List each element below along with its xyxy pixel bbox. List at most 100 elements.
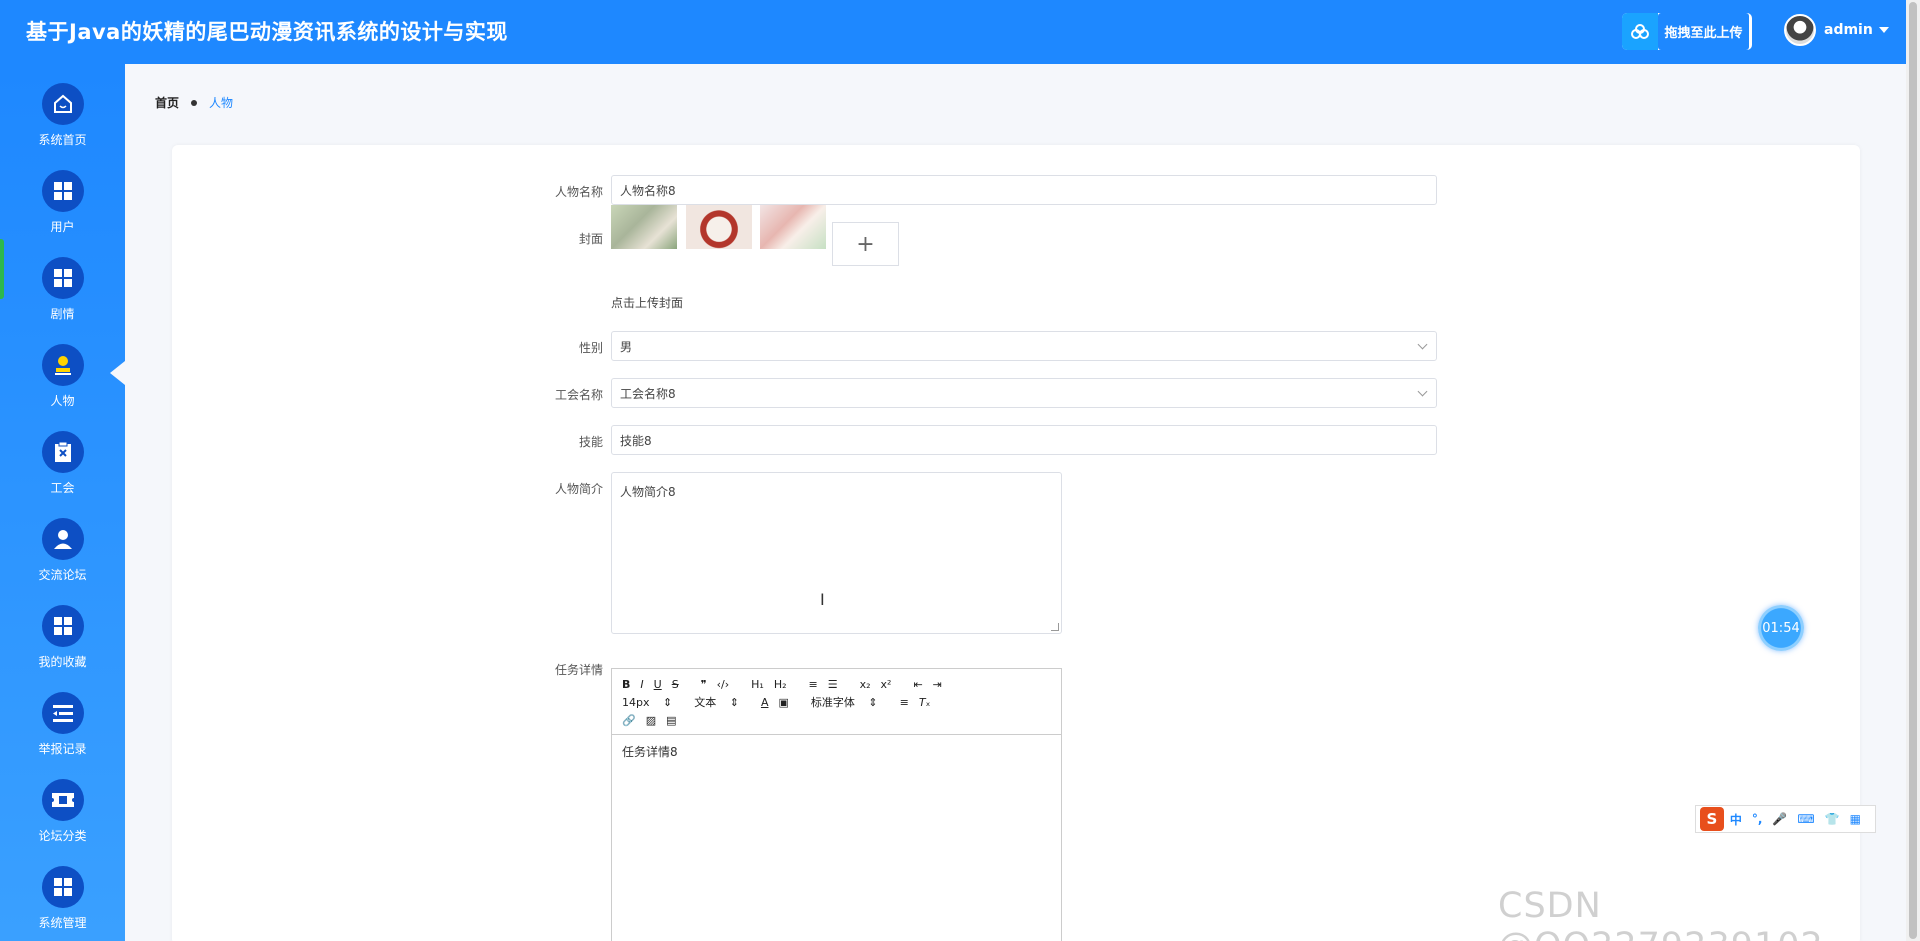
subscript-icon[interactable]: x₂ xyxy=(860,678,871,691)
sidebar-item-system[interactable]: 系统管理 xyxy=(0,866,125,941)
ime-toolbar[interactable]: S 中 °, 🎤 ⌨ 👕 ▦ xyxy=(1695,805,1876,833)
superscript-icon[interactable]: x² xyxy=(881,678,892,691)
caret-down-icon xyxy=(1878,27,1889,33)
sidebar-item-label: 系统管理 xyxy=(38,916,87,930)
add-cover-button[interactable]: + xyxy=(832,222,899,266)
sidebar-item-characters[interactable]: 人物 xyxy=(0,344,125,428)
cover-thumbnail[interactable] xyxy=(760,205,826,249)
sidebar-item-forum[interactable]: 交流论坛 xyxy=(0,518,125,602)
sidebar-item-label: 用户 xyxy=(50,220,75,234)
cover-thumbnail[interactable] xyxy=(686,205,752,249)
keyboard-icon[interactable]: ⌨ xyxy=(1797,812,1814,826)
user-icon xyxy=(41,518,84,560)
chevron-down-icon xyxy=(1417,386,1428,397)
sidebar-item-reports[interactable]: 举报记录 xyxy=(0,692,125,776)
user-menu[interactable]: admin xyxy=(1784,14,1889,46)
breadcrumb-separator xyxy=(191,99,198,106)
sidebar-item-guild[interactable]: 工会 xyxy=(0,431,125,515)
ime-language[interactable]: 中 xyxy=(1730,811,1742,828)
video-icon[interactable]: ▤ xyxy=(666,714,676,727)
sidebar-item-forum-categories[interactable]: 论坛分类 xyxy=(0,779,125,863)
skill-value: 技能8 xyxy=(620,433,652,448)
timer-badge[interactable]: 01:54 xyxy=(1758,605,1804,651)
user-name: admin xyxy=(1824,22,1873,38)
italic-icon[interactable]: I xyxy=(640,678,643,691)
grid-icon xyxy=(41,866,84,908)
cover-hint: 点击上传封面 xyxy=(611,296,684,310)
name-value: 人物名称8 xyxy=(620,183,676,198)
resize-handle[interactable] xyxy=(1051,623,1059,631)
page-scrollbar[interactable] xyxy=(1906,0,1920,941)
clipboard-x-icon xyxy=(41,431,84,473)
text-cursor-icon: I xyxy=(820,590,825,609)
sidebar-item-label: 系统首页 xyxy=(38,133,87,147)
font-size-select[interactable]: 14px ⇕ xyxy=(622,696,672,709)
cloud-icon xyxy=(1622,13,1658,50)
sidebar-item-label: 论坛分类 xyxy=(38,829,87,843)
cover-label: 封面 xyxy=(578,232,603,246)
ticket-icon xyxy=(41,779,84,821)
code-icon[interactable]: ‹/› xyxy=(717,678,730,691)
gender-select[interactable]: 男 xyxy=(611,331,1437,361)
home-icon xyxy=(41,83,84,125)
bold-icon[interactable]: B xyxy=(622,678,630,691)
strikethrough-icon[interactable]: S xyxy=(672,678,679,691)
paragraph-select[interactable]: 文本 ⇕ xyxy=(694,694,739,710)
drag-upload-button[interactable]: 拖拽至此上传 xyxy=(1622,13,1752,50)
sidebar-item-label: 剧情 xyxy=(50,307,75,321)
microphone-icon[interactable]: 🎤 xyxy=(1772,812,1787,826)
background-color-icon[interactable]: ▣ xyxy=(778,696,788,709)
skill-input[interactable]: 技能8 xyxy=(611,425,1437,455)
guild-select[interactable]: 工会名称8 xyxy=(611,378,1437,408)
sidebar-item-users[interactable]: 用户 xyxy=(0,170,125,254)
font-size-value: 14px xyxy=(622,695,650,709)
heading2-icon[interactable]: H₂ xyxy=(774,678,787,691)
grid-icon xyxy=(41,170,84,212)
guild-label: 工会名称 xyxy=(554,388,603,402)
grid-icon xyxy=(41,257,84,299)
underline-icon[interactable]: U xyxy=(654,678,662,691)
punctuation-icon[interactable]: °, xyxy=(1752,812,1763,826)
rich-text-editor[interactable]: B I U S ❞ ‹/› H₁ H₂ ≡ ☰ x₂ x² ⇤ ⇥ 14px ⇕… xyxy=(611,668,1062,941)
sidebar-item-label: 人物 xyxy=(50,394,75,408)
outdent-icon[interactable]: ⇤ xyxy=(913,678,922,691)
editor-body[interactable]: 任务详情8 xyxy=(612,735,1061,768)
sidebar-item-plot[interactable]: 剧情 xyxy=(0,257,125,341)
gender-label: 性别 xyxy=(578,341,603,355)
breadcrumb-home[interactable]: 首页 xyxy=(155,94,179,111)
sidebar-item-label: 交流论坛 xyxy=(38,568,87,582)
font-family-select[interactable]: 标准字体 ⇕ xyxy=(811,694,878,710)
breadcrumb-current: 人物 xyxy=(209,96,234,110)
quote-icon[interactable]: ❞ xyxy=(701,678,707,691)
app-title: 基于Java的妖精的尾巴动漫资讯系统的设计与实现 xyxy=(26,20,508,44)
scrollbar-thumb[interactable] xyxy=(1909,2,1917,939)
skin-icon[interactable]: 👕 xyxy=(1825,812,1840,826)
plus-icon: + xyxy=(856,231,875,257)
clear-format-icon[interactable]: Tₓ xyxy=(919,696,931,709)
font-family-value: 标准字体 xyxy=(810,696,855,709)
sidebar-item-favorites[interactable]: 我的收藏 xyxy=(0,605,125,689)
intro-label: 人物简介 xyxy=(554,482,603,496)
apps-grid-icon[interactable]: ▦ xyxy=(1850,812,1861,826)
sidebar-item-home[interactable]: 系统首页 xyxy=(0,83,125,167)
drag-upload-label: 拖拽至此上传 xyxy=(1658,13,1749,50)
top-bar: 基于Java的妖精的尾巴动漫资讯系统的设计与实现 拖拽至此上传 admin xyxy=(0,0,1906,64)
grid-icon xyxy=(41,605,84,647)
link-icon[interactable]: 🔗 xyxy=(622,714,636,727)
task-value: 任务详情8 xyxy=(622,745,678,759)
intro-textarea[interactable]: 人物简介8 xyxy=(611,472,1062,634)
bullet-list-icon[interactable]: ☰ xyxy=(828,678,838,691)
name-input[interactable]: 人物名称8 xyxy=(611,175,1437,205)
paragraph-value: 文本 xyxy=(694,696,717,709)
intro-value: 人物简介8 xyxy=(620,485,676,499)
align-icon[interactable]: ≡ xyxy=(900,696,909,709)
ordered-list-icon[interactable]: ≡ xyxy=(809,678,818,691)
sidebar-item-label: 我的收藏 xyxy=(38,655,87,669)
image-icon[interactable]: ▨ xyxy=(646,714,656,727)
indent-icon[interactable]: ⇥ xyxy=(933,678,942,691)
font-color-icon[interactable]: A xyxy=(761,696,769,709)
heading1-icon[interactable]: H₁ xyxy=(751,678,764,691)
sogou-logo-icon: S xyxy=(1700,807,1724,831)
cover-thumbnail[interactable] xyxy=(611,205,677,249)
chevron-down-icon xyxy=(1417,339,1428,350)
